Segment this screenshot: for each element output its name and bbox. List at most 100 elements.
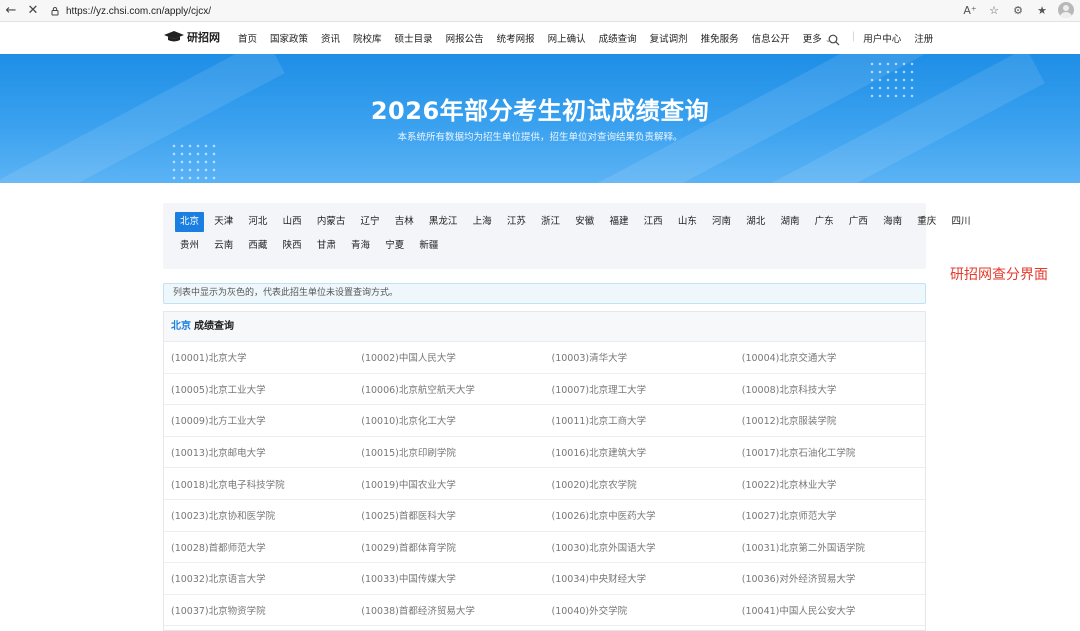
province-item[interactable]: 青海: [346, 236, 375, 256]
user-center-link[interactable]: 用户中心: [863, 31, 901, 45]
school-link[interactable]: (10020)北京农学院: [545, 477, 735, 491]
extensions-icon[interactable]: ⚙: [1010, 2, 1026, 18]
province-item[interactable]: 山东: [673, 212, 702, 232]
province-item[interactable]: 上海: [468, 212, 497, 232]
school-link[interactable]: (10027)北京师范大学: [735, 508, 925, 522]
province-item[interactable]: 新疆: [414, 236, 443, 256]
school-link[interactable]: (10012)北京服装学院: [735, 413, 925, 427]
school-link[interactable]: (10013)北京邮电大学: [164, 445, 354, 459]
school-link[interactable]: (10034)中央财经大学: [545, 571, 735, 585]
school-link[interactable]: (10004)北京交通大学: [735, 350, 925, 364]
school-link[interactable]: (10017)北京石油化工学院: [735, 445, 925, 459]
school-link[interactable]: (10006)北京航空航天大学: [354, 382, 544, 396]
school-link[interactable]: (10015)北京印刷学院: [354, 445, 544, 459]
read-aloud-icon[interactable]: A⁺: [962, 2, 978, 18]
table-row: (10001)北京大学 (10002)中国人民大学 (10003)清华大学 (1000…: [164, 342, 925, 374]
school-link[interactable]: (10010)北京化工大学: [354, 413, 544, 427]
site-info-icon[interactable]: [48, 4, 62, 18]
nav-item-schools[interactable]: 院校库: [353, 31, 382, 45]
province-item[interactable]: 河南: [707, 212, 736, 232]
province-item[interactable]: 福建: [604, 212, 633, 232]
register-link[interactable]: 注册: [914, 31, 933, 45]
school-link[interactable]: (10008)北京科技大学: [735, 382, 925, 396]
school-link[interactable]: (10016)北京建筑大学: [545, 445, 735, 459]
province-item[interactable]: 黑龙江: [424, 212, 463, 232]
table-row: (10023)北京协和医学院 (10025)首都医科大学 (10026)北京中医药大…: [164, 500, 925, 532]
province-item[interactable]: 陕西: [278, 236, 307, 256]
province-item[interactable]: 北京: [175, 212, 205, 232]
school-link[interactable]: (10007)北京理工大学: [545, 382, 735, 396]
province-item[interactable]: 重庆: [912, 212, 941, 232]
nav-item-confirmation[interactable]: 网上确认: [548, 31, 586, 45]
province-item[interactable]: 江苏: [502, 212, 531, 232]
school-link[interactable]: (10019)中国农业大学: [354, 477, 544, 491]
province-item[interactable]: 贵州: [175, 236, 204, 256]
school-link[interactable]: (10037)北京物资学院: [164, 603, 354, 617]
school-link[interactable]: (10029)首都体育学院: [354, 540, 544, 554]
school-link[interactable]: (10001)北京大学: [164, 350, 354, 364]
nav-item-home[interactable]: 首页: [238, 31, 257, 45]
nav-item-announcements[interactable]: 网报公告: [446, 31, 484, 45]
site-logo[interactable]: 研招网: [164, 29, 220, 45]
school-link[interactable]: (10002)中国人民大学: [354, 350, 544, 364]
province-item[interactable]: 天津: [209, 212, 238, 232]
school-link[interactable]: (10036)对外经济贸易大学: [735, 571, 925, 585]
province-item[interactable]: 浙江: [536, 212, 565, 232]
province-item[interactable]: 安徽: [570, 212, 599, 232]
province-item[interactable]: 湖北: [741, 212, 770, 232]
province-item[interactable]: 海南: [878, 212, 907, 232]
school-link[interactable]: (10003)清华大学: [545, 350, 735, 364]
province-item[interactable]: 广西: [844, 212, 873, 232]
school-link[interactable]: (10030)北京外国语大学: [545, 540, 735, 554]
school-link[interactable]: (10028)首都师范大学: [164, 540, 354, 554]
school-link[interactable]: (10040)外交学院: [545, 603, 735, 617]
school-link[interactable]: (10033)中国传媒大学: [354, 571, 544, 585]
school-link[interactable]: (10026)北京中医药大学: [545, 508, 735, 522]
browser-actions: A⁺ ☆ ⚙ ★: [962, 2, 1074, 18]
nav-item-catalog[interactable]: 硕士目录: [395, 31, 433, 45]
nav-item-policy[interactable]: 国家政策: [270, 31, 308, 45]
school-link[interactable]: (10041)中国人民公安大学: [735, 603, 925, 617]
results-title: 成绩查询: [194, 321, 234, 332]
nav-item-recommend[interactable]: 推免服务: [701, 31, 739, 45]
province-item[interactable]: 广东: [810, 212, 839, 232]
school-link[interactable]: (10023)北京协和医学院: [164, 508, 354, 522]
school-link[interactable]: (10038)首都经济贸易大学: [354, 603, 544, 617]
profile-avatar[interactable]: [1058, 2, 1074, 18]
school-link[interactable]: (10022)北京林业大学: [735, 477, 925, 491]
nav-item-adjustment[interactable]: 复试调剂: [650, 31, 688, 45]
school-link[interactable]: (10005)北京工业大学: [164, 382, 354, 396]
search-icon[interactable]: [828, 31, 840, 46]
province-item[interactable]: 甘肃: [312, 236, 341, 256]
province-item[interactable]: 西藏: [243, 236, 272, 256]
nav-item-news[interactable]: 资讯: [321, 31, 340, 45]
back-arrow-icon[interactable]: ←: [0, 1, 22, 21]
favorites-list-icon[interactable]: ★: [1034, 2, 1050, 18]
province-item[interactable]: 湖南: [775, 212, 804, 232]
province-item[interactable]: 内蒙古: [312, 212, 351, 232]
nav-item-registration[interactable]: 统考网报: [497, 31, 535, 45]
address-bar[interactable]: https://yz.chsi.com.cn/apply/cjcx/: [48, 2, 968, 20]
nav-item-disclosure[interactable]: 信息公开: [752, 31, 790, 45]
province-item[interactable]: 宁夏: [380, 236, 409, 256]
nav-more-label: 更多: [802, 34, 822, 45]
province-item[interactable]: 云南: [209, 236, 238, 256]
province-item[interactable]: 山西: [278, 212, 307, 232]
school-link[interactable]: (10018)北京电子科技学院: [164, 477, 354, 491]
hero-banner: 2026年部分考生初试成绩查询 本系统所有数据均为招生单位提供，招生单位对查询结…: [0, 54, 1080, 183]
province-item[interactable]: 四川: [946, 212, 975, 232]
school-link[interactable]: (10032)北京语言大学: [164, 571, 354, 585]
user-links: | 用户中心 注册: [852, 31, 946, 45]
province-item[interactable]: 河北: [243, 212, 272, 232]
favorite-star-icon[interactable]: ☆: [986, 2, 1002, 18]
nav-item-score-query[interactable]: 成绩查询: [599, 31, 637, 45]
school-link[interactable]: (10011)北京工商大学: [545, 413, 735, 427]
school-link[interactable]: (10031)北京第二外国语学院: [735, 540, 925, 554]
close-icon[interactable]: ✕: [22, 1, 44, 21]
school-link[interactable]: (10025)首都医科大学: [354, 508, 544, 522]
school-link[interactable]: (10009)北方工业大学: [164, 413, 354, 427]
province-item[interactable]: 辽宁: [356, 212, 385, 232]
province-item[interactable]: 江西: [639, 212, 668, 232]
divider: |: [852, 31, 856, 42]
province-item[interactable]: 吉林: [390, 212, 419, 232]
